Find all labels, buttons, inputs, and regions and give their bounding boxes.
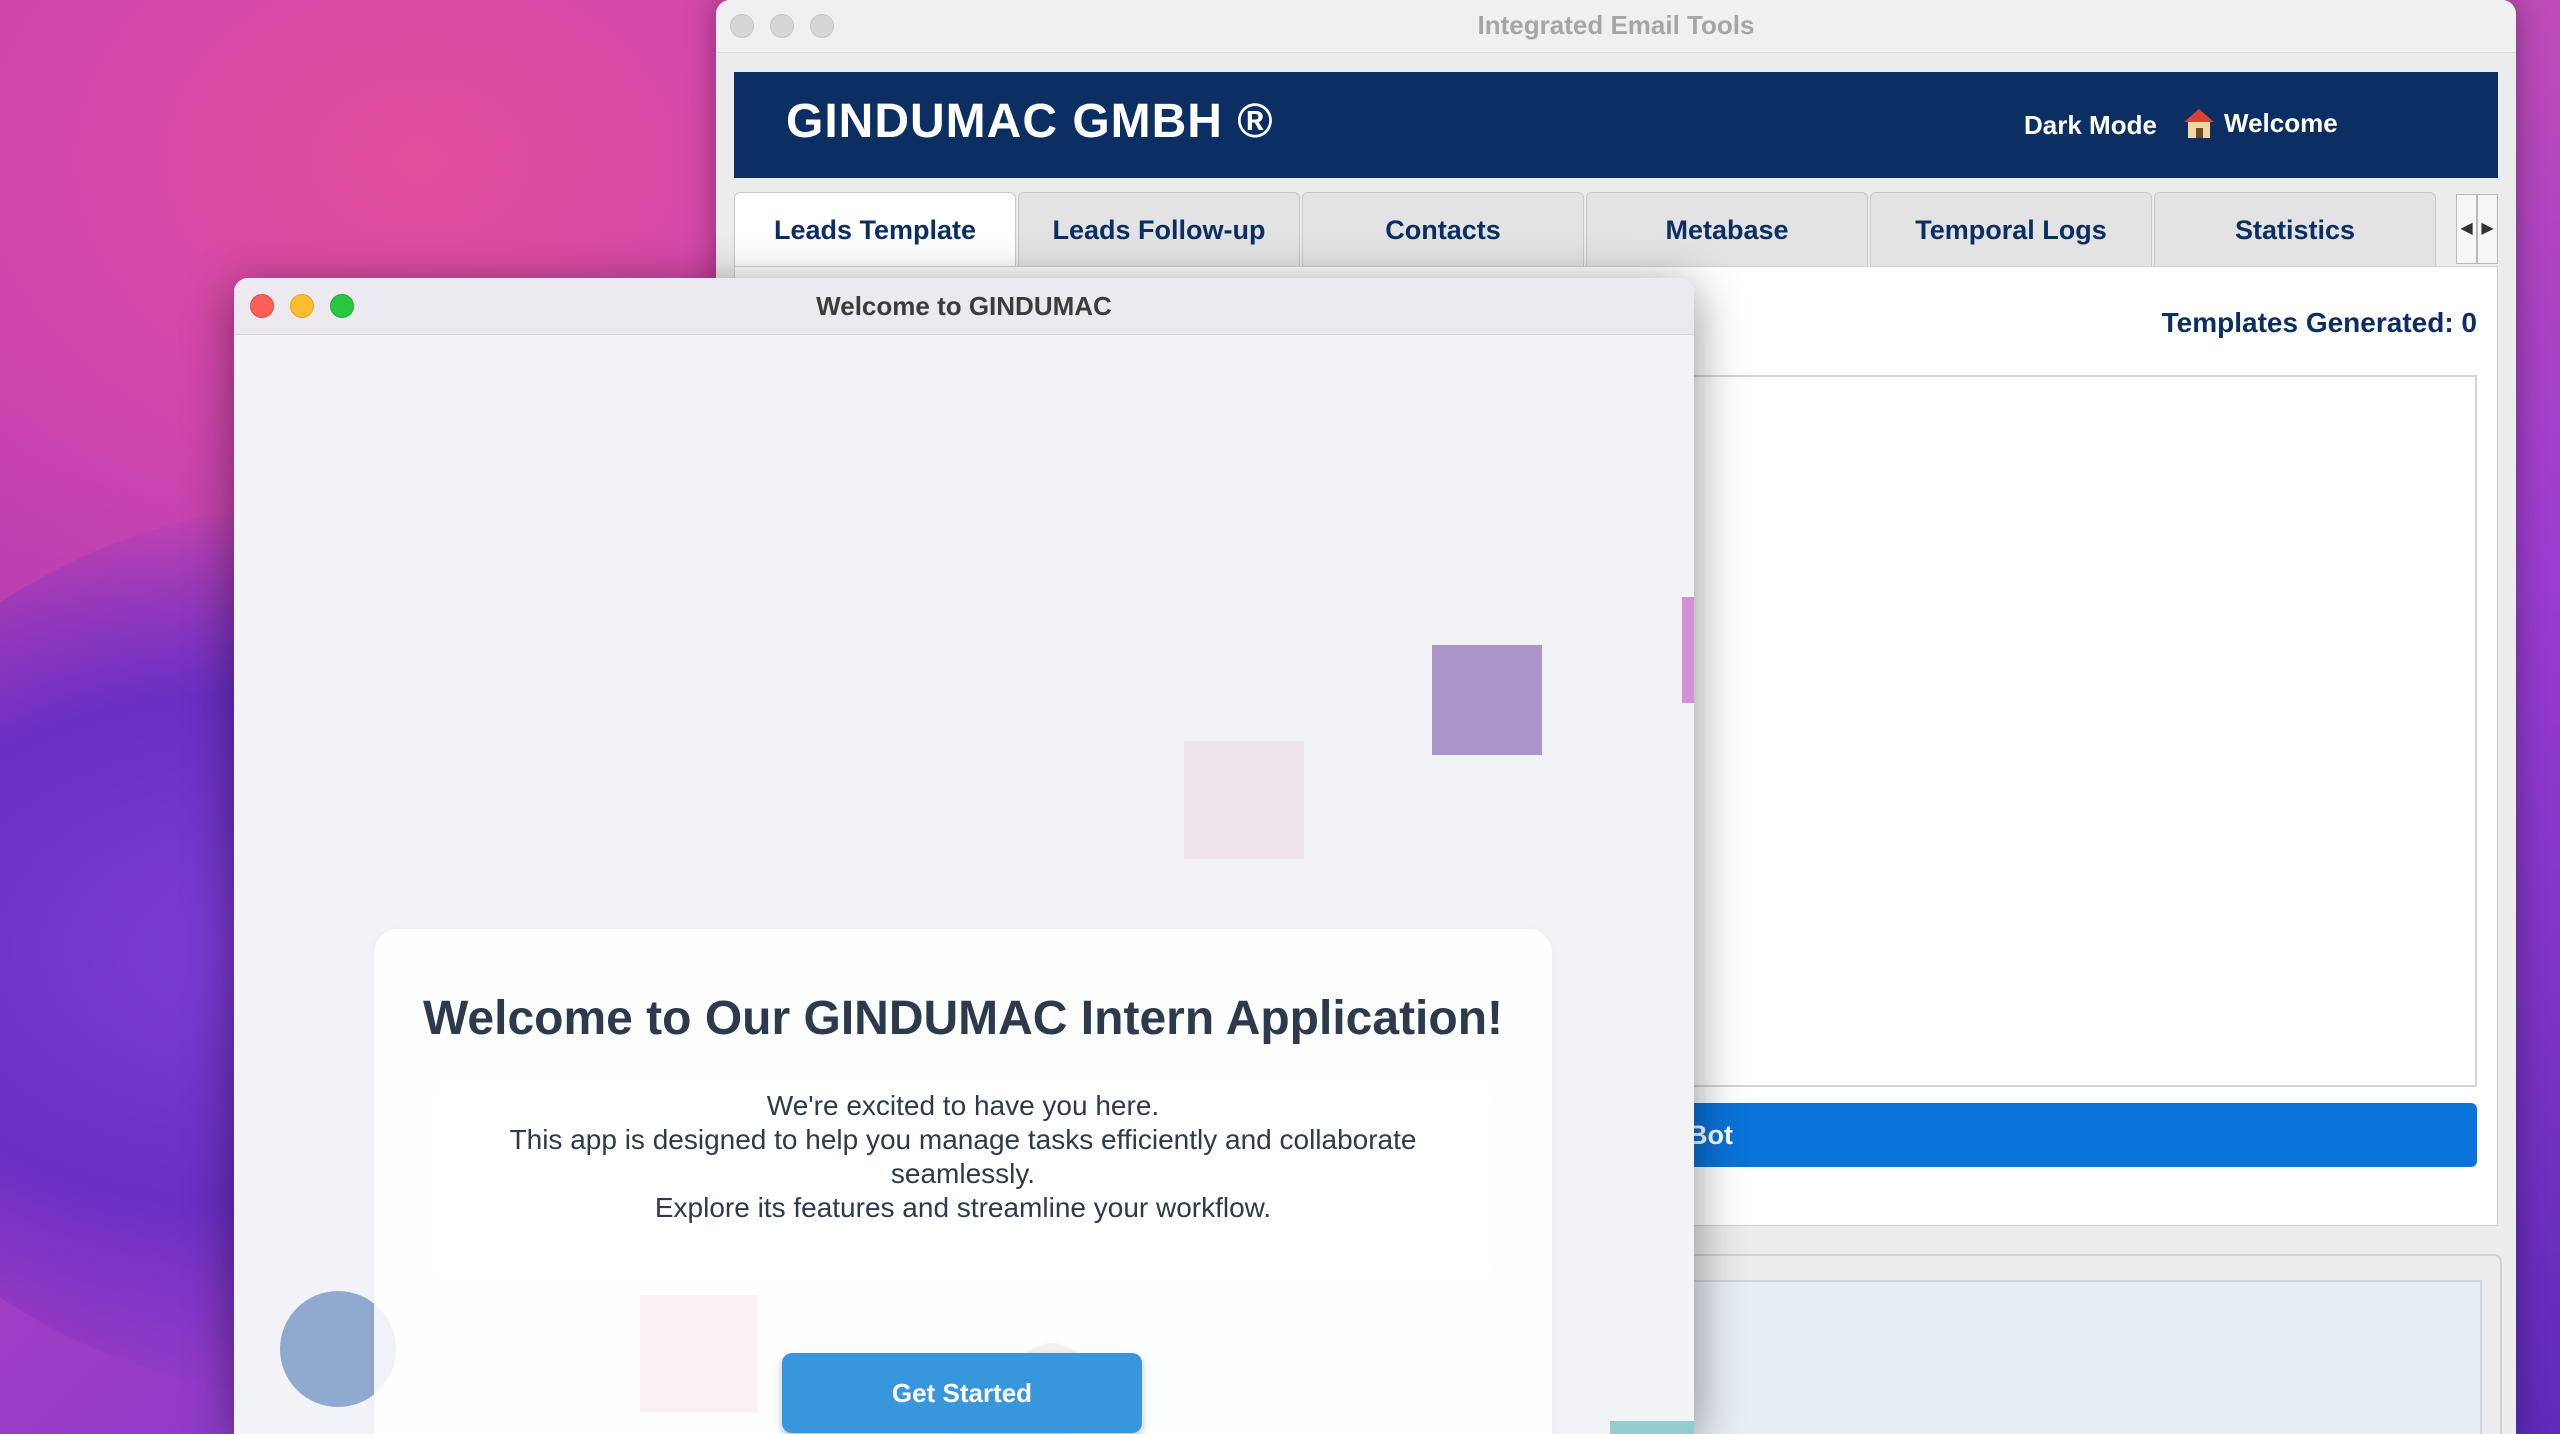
decorative-shape	[1432, 645, 1542, 755]
window-titlebar[interactable]: Integrated Email Tools	[716, 0, 2516, 53]
templates-generated-count: Templates Generated: 0	[2161, 307, 2477, 338]
tab-leads-template[interactable]: Leads Template	[734, 192, 1016, 266]
decorative-shape	[1682, 597, 1694, 703]
tab-metabase[interactable]: Metabase	[1586, 192, 1868, 266]
window-title: Welcome to GINDUMAC	[816, 291, 1112, 321]
welcome-button[interactable]: Welcome	[2184, 108, 2338, 139]
chevron-right-icon[interactable]: ▶	[2477, 194, 2498, 264]
welcome-heading: Welcome to Our GINDUMAC Intern Applicati…	[422, 992, 1504, 1045]
dark-mode-button[interactable]: Dark Mode	[2024, 110, 2157, 141]
tab-contacts[interactable]: Contacts	[1302, 192, 1584, 266]
window-title: Integrated Email Tools	[1477, 10, 1755, 40]
welcome-content: Welcome to Our GINDUMAC Intern Applicati…	[234, 335, 1694, 1434]
welcome-card: Welcome to Our GINDUMAC Intern Applicati…	[374, 929, 1552, 1434]
house-icon	[2184, 108, 2214, 139]
chevron-left-icon[interactable]: ◀	[2456, 194, 2477, 264]
tab-temporal-logs[interactable]: Temporal Logs	[1870, 192, 2152, 266]
welcome-window: Welcome to GINDUMAC Welcome to Our GINDU…	[234, 278, 1694, 1434]
welcome-message: We're excited to have you here. This app…	[434, 1079, 1492, 1285]
welcome-line: Explore its features and streamline your…	[654, 1192, 1272, 1223]
welcome-label: Welcome	[2224, 108, 2338, 138]
brand-title: GINDUMAC GMBH ®	[786, 95, 1274, 148]
tab-statistics[interactable]: Statistics	[2154, 192, 2436, 266]
welcome-line: We're excited to have you here.	[766, 1090, 1160, 1121]
decorative-shape	[1184, 741, 1304, 859]
get-started-button[interactable]: Get Started	[782, 1353, 1142, 1433]
tab-leads-follow-up[interactable]: Leads Follow-up	[1018, 192, 1300, 266]
decorative-shape	[1610, 1421, 1694, 1434]
window-titlebar[interactable]: Welcome to GINDUMAC	[234, 278, 1694, 335]
desktop-background: Integrated Email Tools GINDUMAC GMBH ® D…	[0, 0, 2560, 1434]
welcome-line: This app is designed to help you manage …	[509, 1124, 1417, 1189]
header-banner: GINDUMAC GMBH ® Dark Mode Welcome	[734, 72, 2498, 178]
tab-scroll-controls: ◀ ▶	[2456, 194, 2498, 264]
tab-bar: Leads Template Leads Follow-up Contacts …	[734, 192, 2498, 266]
